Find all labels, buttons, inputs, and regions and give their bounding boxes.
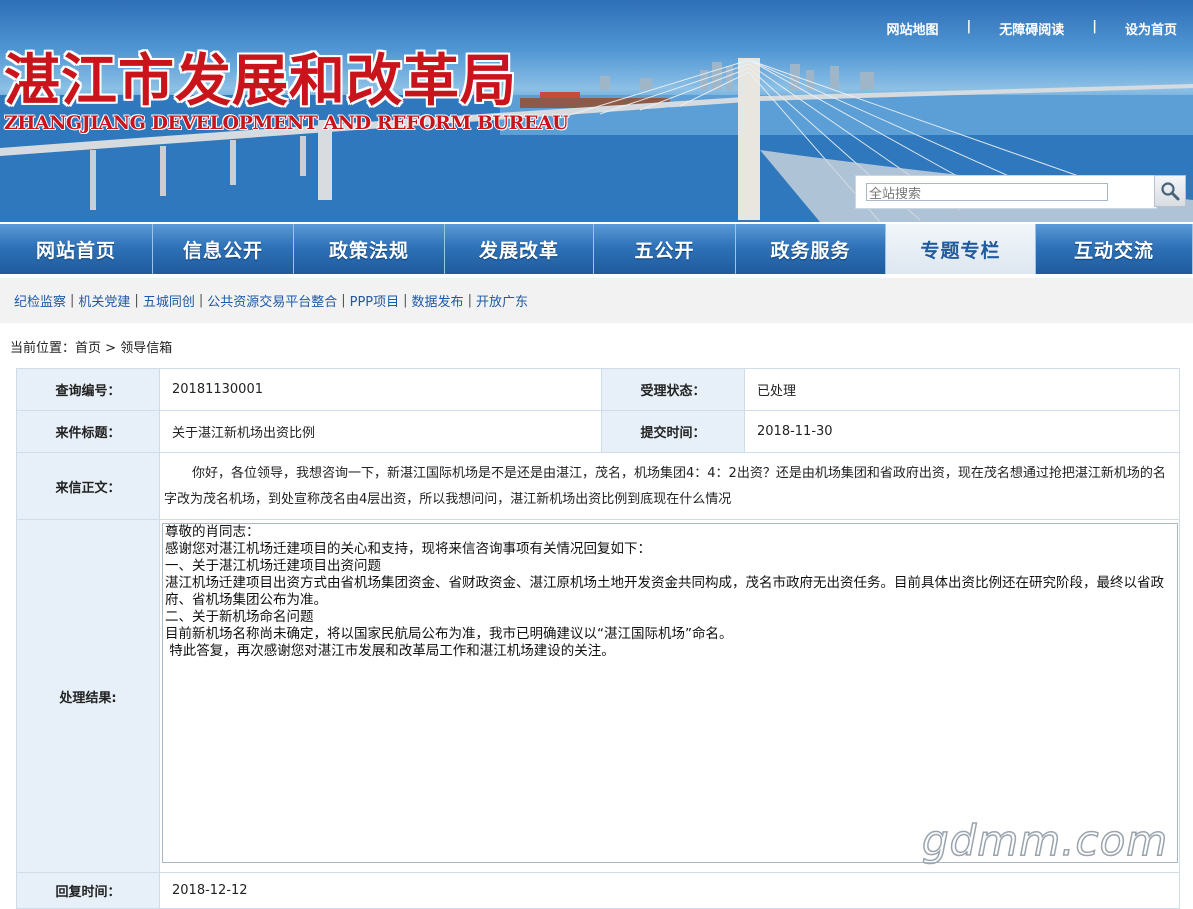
accessibility-link[interactable]: 无障碍阅读 bbox=[999, 19, 1064, 38]
breadcrumb-prefix: 当前位置： bbox=[10, 341, 76, 356]
result-label: 处理结果: bbox=[16, 519, 160, 873]
site-logo-cn[interactable]: 湛江市发展和改革局 bbox=[4, 36, 517, 117]
letter-body: 你好，各位领导，我想咨询一下，新湛江国际机场是不是还是由湛江，茂名，机场集团4：… bbox=[159, 452, 1180, 520]
table-row: 来信正文： 你好，各位领导，我想咨询一下，新湛江国际机场是不是还是由湛江，茂名，… bbox=[16, 452, 1180, 520]
sublink-open-guangdong[interactable]: 开放广东 bbox=[476, 291, 528, 310]
reply-time-value: 2018-12-12 bbox=[159, 872, 1180, 909]
search-input[interactable] bbox=[866, 183, 1108, 201]
top-link-separator: | bbox=[1092, 19, 1097, 34]
nav-item-five-disclosures[interactable]: 五公开 bbox=[594, 224, 736, 274]
query-no-value: 20181130001 bbox=[159, 368, 602, 411]
sublink-separator: | bbox=[134, 293, 139, 308]
sublink-public-resources[interactable]: 公共资源交易平台整合 bbox=[207, 291, 337, 310]
sublink-separator: | bbox=[198, 293, 204, 308]
table-row: 查询编号： 20181130001 受理状态： 已处理 bbox=[16, 368, 1180, 411]
nav-item-policies[interactable]: 政策法规 bbox=[294, 224, 445, 274]
nav-item-development-reform[interactable]: 发展改革 bbox=[445, 224, 594, 274]
status-label: 受理状态： bbox=[601, 368, 745, 411]
search-icon bbox=[1161, 182, 1180, 201]
sublink-ppp[interactable]: PPP项目 bbox=[350, 291, 400, 310]
nav-item-interaction[interactable]: 互动交流 bbox=[1036, 224, 1193, 274]
header-banner: 湛江市发展和改革局 ZHANGJIANG DEVELOPMENT AND REF… bbox=[0, 0, 1193, 222]
sub-links-bar: 纪检监察 | 机关党建 | 五城同创 | 公共资源交易平台整合 | PPP项目 … bbox=[0, 278, 1193, 323]
breadcrumb: 当前位置：首页 > 领导信箱 bbox=[10, 337, 172, 356]
nav-item-info-disclosure[interactable]: 信息公开 bbox=[153, 224, 294, 274]
query-no-label: 查询编号： bbox=[16, 368, 160, 411]
sublink-discipline[interactable]: 纪检监察 bbox=[14, 291, 66, 310]
set-homepage-link[interactable]: 设为首页 bbox=[1125, 19, 1177, 38]
title-label: 来件标题： bbox=[16, 410, 160, 453]
sublink-separator: | bbox=[467, 293, 472, 308]
status-value: 已处理 bbox=[744, 368, 1180, 411]
nav-item-special-topics[interactable]: 专题专栏 bbox=[886, 224, 1036, 274]
sitemap-link[interactable]: 网站地图 bbox=[886, 19, 938, 38]
watermark: gdmm.com bbox=[921, 815, 1169, 866]
nav-item-gov-services[interactable]: 政务服务 bbox=[736, 224, 886, 274]
sublink-party-building[interactable]: 机关党建 bbox=[78, 291, 130, 310]
sublink-data-release[interactable]: 数据发布 bbox=[412, 291, 464, 310]
title-value: 关于湛江新机场出资比例 bbox=[159, 410, 602, 453]
body-label: 来信正文： bbox=[16, 452, 160, 520]
breadcrumb-separator: > bbox=[101, 341, 121, 356]
table-row: 回复时间： 2018-12-12 bbox=[16, 872, 1180, 909]
top-link-separator: | bbox=[966, 19, 972, 34]
sublink-separator: | bbox=[70, 293, 75, 308]
search-button[interactable] bbox=[1154, 175, 1186, 207]
breadcrumb-current: 领导信箱 bbox=[120, 341, 173, 356]
reply-time-label: 回复时间： bbox=[16, 872, 160, 909]
sublink-separator: | bbox=[403, 293, 408, 308]
submit-time-value: 2018-11-30 bbox=[744, 410, 1180, 453]
top-links: 网站地图 | 无障碍阅读 | 设为首页 bbox=[886, 19, 1177, 38]
sublink-separator: | bbox=[341, 293, 346, 308]
submit-time-label: 提交时间： bbox=[601, 410, 745, 453]
site-logo-en: ZHANGJIANG DEVELOPMENT AND REFORM BUREAU bbox=[4, 112, 569, 134]
search-box bbox=[855, 175, 1157, 209]
sublink-five-cities[interactable]: 五城同创 bbox=[143, 291, 195, 310]
breadcrumb-home[interactable]: 首页 bbox=[75, 341, 101, 356]
reply-textarea[interactable]: 尊敬的肖同志： 感谢您对湛江机场迁建项目的关心和支持，现将来信咨询事项有关情况回… bbox=[162, 523, 1178, 863]
table-row: 来件标题： 关于湛江新机场出资比例 提交时间： 2018-11-30 bbox=[16, 410, 1180, 453]
nav-item-home[interactable]: 网站首页 bbox=[0, 224, 153, 274]
main-nav: 网站首页 信息公开 政策法规 发展改革 五公开 政务服务 专题专栏 互动交流 bbox=[0, 224, 1193, 274]
